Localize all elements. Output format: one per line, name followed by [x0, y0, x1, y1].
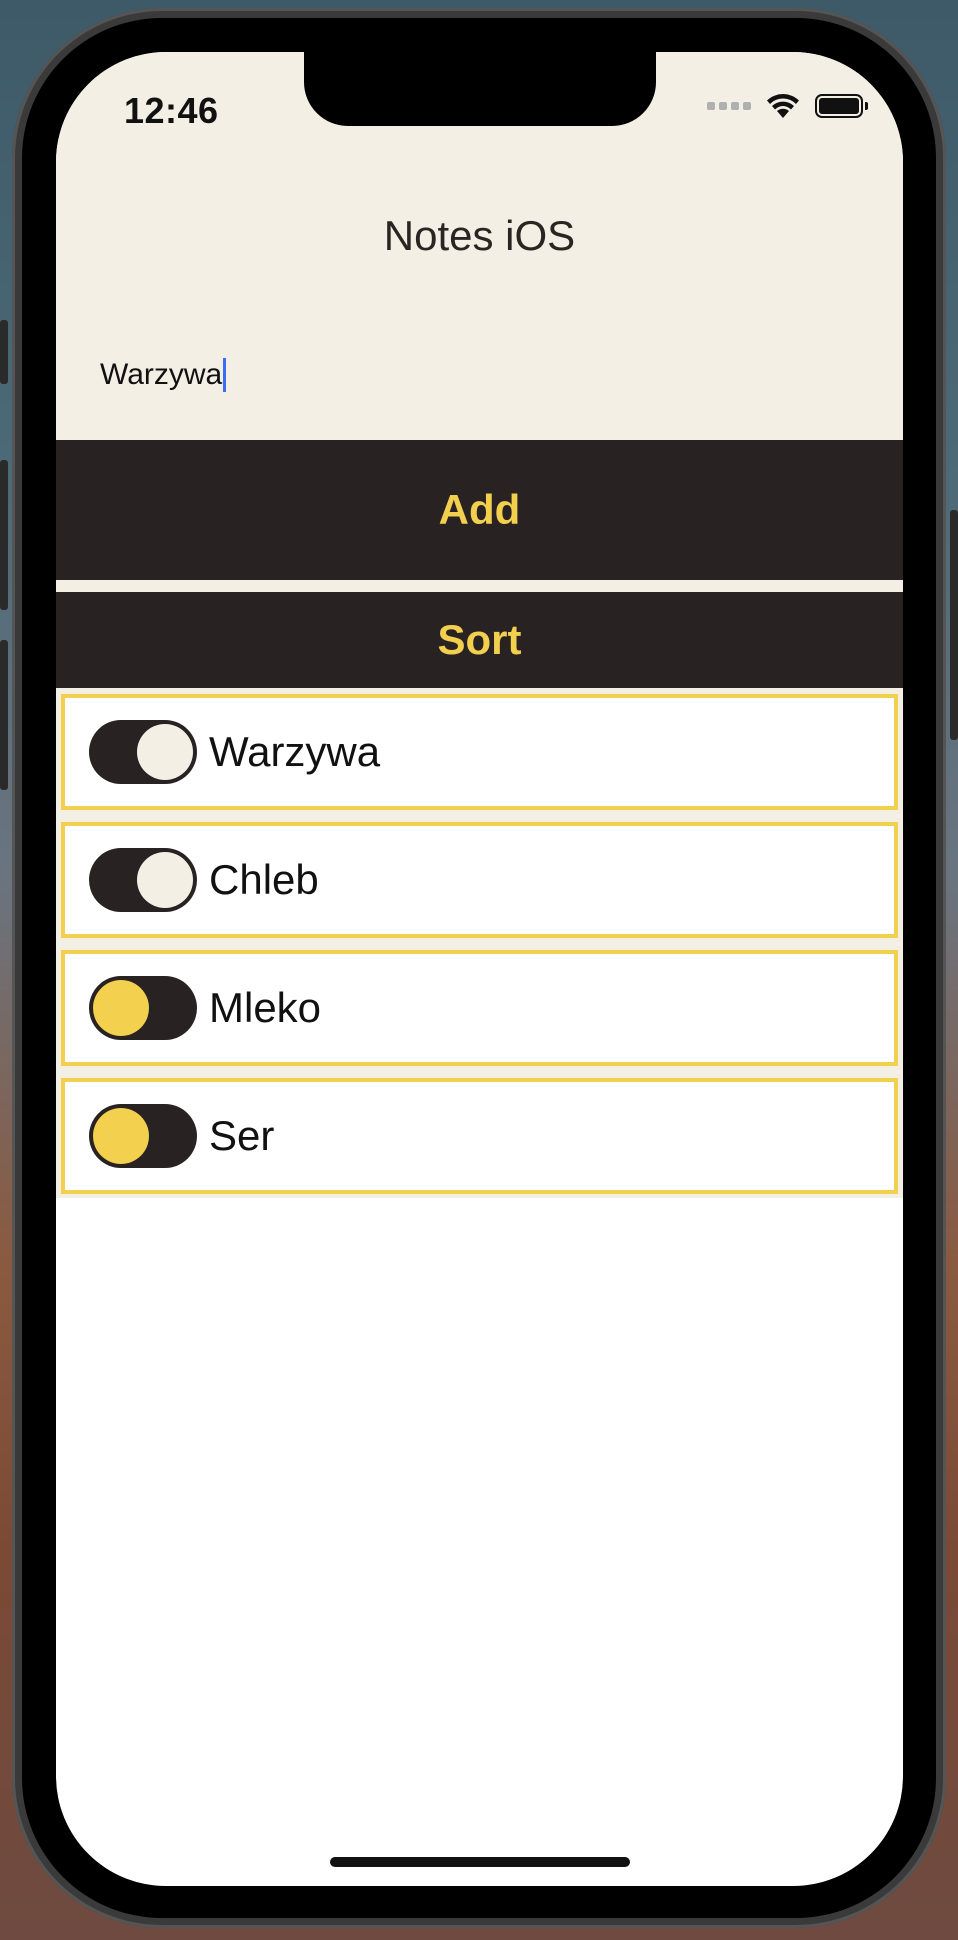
toggle-knob [137, 724, 193, 780]
status-time: 12:46 [124, 90, 219, 131]
list-item: Ser [61, 1078, 898, 1194]
sort-button[interactable]: Sort [56, 592, 903, 688]
text-caret [223, 358, 227, 392]
toggle-knob [93, 980, 149, 1036]
note-toggle[interactable] [89, 976, 197, 1040]
notch [304, 52, 656, 126]
list-item: Mleko [61, 950, 898, 1066]
note-toggle[interactable] [89, 720, 197, 784]
side-button-volume-down [0, 640, 8, 790]
note-input-value: Warzywa [100, 358, 223, 391]
note-text-input[interactable]: Warzywa [100, 358, 227, 392]
note-label: Mleko [209, 984, 322, 1031]
list-item: Chleb [61, 822, 898, 938]
side-button-mute [0, 320, 8, 384]
toggle-knob [93, 1108, 149, 1164]
toggle-knob [137, 852, 193, 908]
battery-icon [815, 94, 868, 118]
add-button[interactable]: Add [56, 440, 903, 580]
note-label: Warzywa [209, 728, 381, 775]
screen: 12:46 Notes iOS Warzywa Add Sort Warzywa [56, 52, 903, 1886]
side-button-power [950, 510, 958, 740]
cellular-signal-icon [707, 102, 751, 110]
notes-list: Warzywa Chleb Mleko Ser [56, 688, 903, 1198]
list-item: Warzywa [61, 694, 898, 810]
note-toggle[interactable] [89, 1104, 197, 1168]
status-icons [707, 92, 868, 120]
note-label: Chleb [209, 856, 319, 903]
home-indicator[interactable] [330, 1857, 630, 1867]
note-label: Ser [209, 1112, 275, 1159]
button-separator [56, 580, 903, 592]
note-toggle[interactable] [89, 848, 197, 912]
wifi-icon [767, 94, 799, 118]
side-button-volume-up [0, 460, 8, 610]
app-title: Notes iOS [383, 212, 576, 259]
